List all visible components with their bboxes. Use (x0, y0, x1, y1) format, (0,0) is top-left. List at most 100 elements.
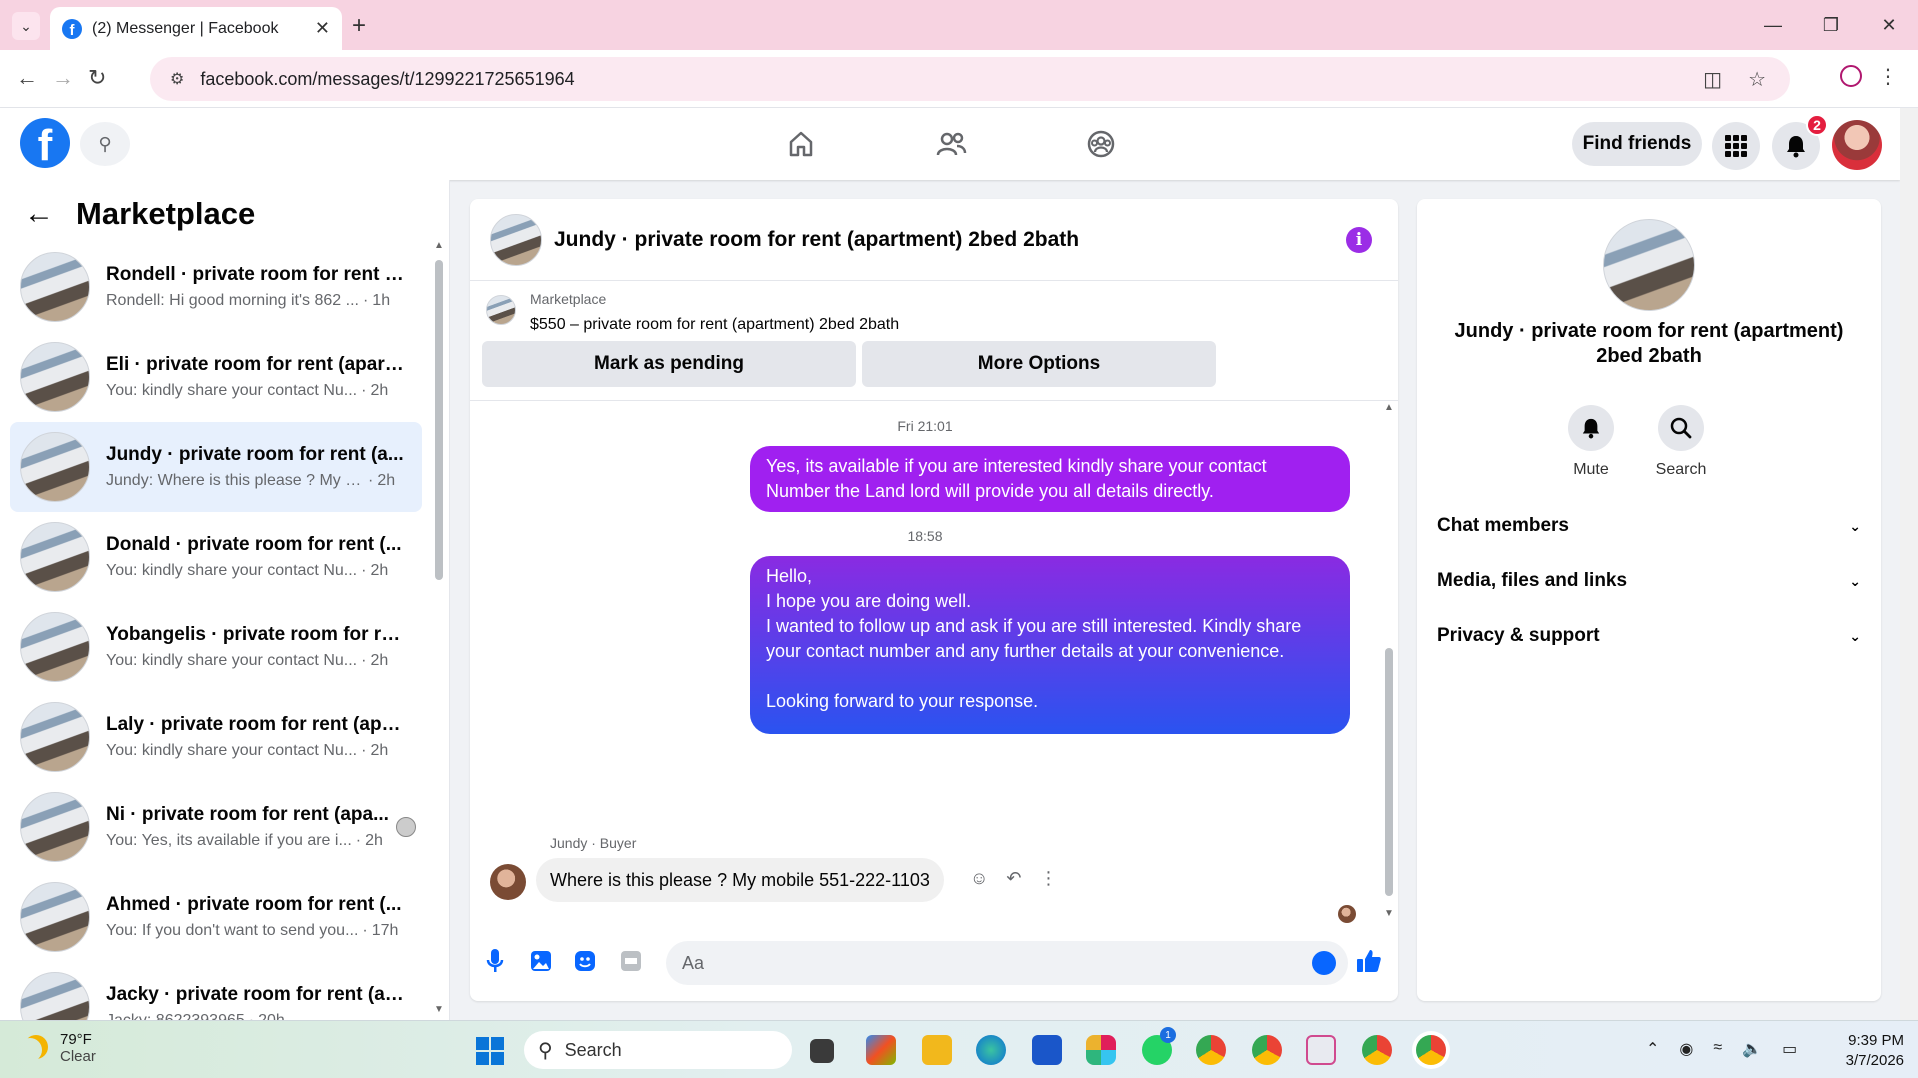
chat-title[interactable]: Jundy · private room for rent (apartment… (554, 228, 1079, 252)
chat-members-row[interactable]: Chat members ⌄ (1437, 515, 1861, 537)
conversation-name: Rondell · private room for rent (... (106, 264, 406, 285)
emoji-icon[interactable] (1312, 951, 1336, 975)
weather-widget[interactable]: 79°F Clear (24, 1031, 96, 1065)
facebook-logo-icon[interactable]: f (20, 118, 70, 168)
network-icon[interactable]: ◉ (1679, 1039, 1693, 1059)
conversation-item[interactable]: Laly · private room for rent (apa... You:… (10, 692, 422, 782)
message-input[interactable]: Aa (666, 941, 1348, 985)
microsoft-365-icon[interactable] (866, 1035, 896, 1065)
browser-profile-icon[interactable] (1840, 65, 1862, 87)
chrome-icon[interactable] (1196, 1035, 1226, 1065)
url-text[interactable]: facebook.com/messages/t/1299221725651964 (200, 69, 574, 90)
outgoing-message[interactable]: Hello, I hope you are doing well. I want… (750, 556, 1350, 761)
chat-scrollbar[interactable]: ▲ ▼ (1380, 402, 1398, 922)
conversation-item[interactable]: Ahmed · private room for rent (... You: I… (10, 872, 422, 962)
site-info-icon[interactable]: ⚙ (170, 69, 184, 89)
tab-search-menu-icon[interactable]: ⌄ (12, 12, 40, 40)
details-listing-thumbnail[interactable] (1603, 219, 1695, 311)
file-explorer-icon[interactable] (922, 1035, 952, 1065)
taskbar-search[interactable]: ⚲ Search (524, 1031, 792, 1069)
browser-menu-icon[interactable]: ⋮ (1878, 64, 1898, 89)
conversation-name: Laly · private room for rent (apa... (106, 714, 406, 735)
volume-icon[interactable]: 🔈 (1742, 1039, 1762, 1059)
menu-grid-icon[interactable] (1712, 122, 1760, 170)
sidebar-scrollbar[interactable]: ▲ ▼ (433, 240, 444, 1015)
details-title[interactable]: Jundy · private room for rent (apartment… (1437, 319, 1861, 369)
conversation-item[interactable]: Ni · private room for rent (apa... You: Y… (10, 782, 422, 872)
minimize-icon[interactable]: — (1744, 0, 1802, 50)
photo-icon[interactable] (526, 946, 556, 976)
conversation-item[interactable]: Jundy · private room for rent (a... Jundy… (10, 422, 422, 512)
tab-close-icon[interactable]: ✕ (315, 18, 330, 39)
taskbar-search-icon: ⚲ (538, 1039, 553, 1062)
account-avatar[interactable] (1832, 120, 1882, 170)
listing-description[interactable]: $550 – private room for rent (apartment)… (530, 316, 899, 334)
tray-chevron-icon[interactable]: ⌃ (1646, 1039, 1659, 1059)
windows-start-icon[interactable] (476, 1037, 504, 1065)
home-icon[interactable] (783, 126, 819, 162)
microphone-icon[interactable] (480, 946, 510, 976)
search-action[interactable]: Search (1641, 405, 1721, 479)
omnibox[interactable]: ⚙ facebook.com/messages/t/12992217256519… (150, 57, 1790, 101)
bookmark-star-icon[interactable]: ☆ (1748, 67, 1766, 92)
window-close-icon[interactable]: ✕ (1860, 0, 1918, 50)
edge-browser-icon[interactable] (976, 1035, 1006, 1065)
reply-icon[interactable]: ↶ (1006, 868, 1021, 889)
friends-icon[interactable] (933, 126, 969, 162)
facebook-search-icon[interactable]: ⚲ (80, 122, 130, 166)
mute-action[interactable]: Mute (1551, 405, 1631, 479)
message-more-icon[interactable]: ⋮ (1039, 868, 1057, 889)
slack-icon[interactable] (1086, 1035, 1116, 1065)
chrome-active-icon[interactable] (1416, 1035, 1446, 1065)
conversation-preview: You: kindly share your contact Nu... (106, 562, 358, 579)
back-icon[interactable]: ← (16, 65, 38, 91)
install-app-icon[interactable]: ◫ (1703, 67, 1722, 92)
new-tab-icon[interactable]: + (352, 12, 366, 40)
react-emoji-icon[interactable]: ☺ (970, 868, 988, 889)
chat-listing-thumbnail[interactable] (490, 213, 542, 266)
chrome-profile-icon[interactable] (1362, 1035, 1392, 1065)
media-files-links-row[interactable]: Media, files and links ⌄ (1437, 570, 1861, 592)
conversation-info-icon[interactable]: i (1346, 227, 1372, 253)
chrome-profile-icon[interactable] (1252, 1035, 1282, 1065)
thumbs-up-icon[interactable] (1354, 946, 1384, 976)
mark-as-pending-button[interactable]: Mark as pending (482, 341, 856, 387)
privacy-support-row[interactable]: Privacy & support ⌄ (1437, 625, 1861, 647)
message-timestamp: Fri 21:01 (897, 418, 953, 434)
browser-tab[interactable]: f (2) Messenger | Facebook ✕ (50, 7, 342, 50)
window-controls: — ❐ ✕ (1744, 0, 1918, 50)
conversation-item[interactable]: Jacky · private room for rent (ap... Jack… (10, 962, 422, 1020)
separator-dot: · (368, 472, 374, 489)
find-friends-button[interactable]: Find friends (1572, 122, 1702, 166)
search-magnifier-icon[interactable] (1658, 405, 1704, 451)
conversation-thumbnail (20, 702, 90, 772)
taskbar-clock[interactable]: 9:39 PM 3/7/2026 (1826, 1031, 1904, 1071)
task-view-icon[interactable] (810, 1039, 834, 1063)
reload-icon[interactable]: ↻ (88, 65, 106, 91)
back-arrow-icon[interactable]: ← (24, 197, 54, 231)
store-icon[interactable] (1032, 1035, 1062, 1065)
wifi-icon[interactable]: ≈ (1713, 1039, 1722, 1059)
sticker-icon[interactable] (570, 946, 600, 976)
conversation-name: Yobangelis · private room for re... (106, 624, 406, 645)
restore-icon[interactable]: ❐ (1802, 0, 1860, 50)
more-options-button[interactable]: More Options (862, 341, 1216, 387)
conversation-item[interactable]: Donald · private room for rent (... You: … (10, 512, 422, 602)
listing-thumbnail[interactable] (486, 295, 516, 325)
conversation-preview: You: kindly share your contact Nu... (106, 382, 358, 399)
battery-icon[interactable]: ▭ (1782, 1039, 1797, 1059)
snipping-tool-icon[interactable] (1306, 1035, 1336, 1065)
forward-icon[interactable]: → (52, 65, 74, 91)
incoming-message[interactable]: Where is this please ? My mobile 551-222… (536, 858, 944, 902)
groups-icon[interactable] (1083, 126, 1119, 162)
gif-icon[interactable] (616, 946, 646, 976)
conversation-item[interactable]: Yobangelis · private room for re... You: … (10, 602, 422, 692)
conversation-item[interactable]: Rondell · private room for rent (... Rond… (10, 242, 422, 332)
mute-bell-icon[interactable] (1568, 405, 1614, 451)
separator-dot: · (361, 562, 367, 579)
page-scrollbar[interactable] (1900, 108, 1918, 1026)
buyer-avatar[interactable] (490, 864, 526, 900)
clock-date: 3/7/2026 (1845, 1052, 1904, 1069)
conversation-item[interactable]: Eli · private room for rent (apart... You… (10, 332, 422, 422)
outgoing-message[interactable]: Yes, its available if you are interested… (750, 446, 1350, 512)
